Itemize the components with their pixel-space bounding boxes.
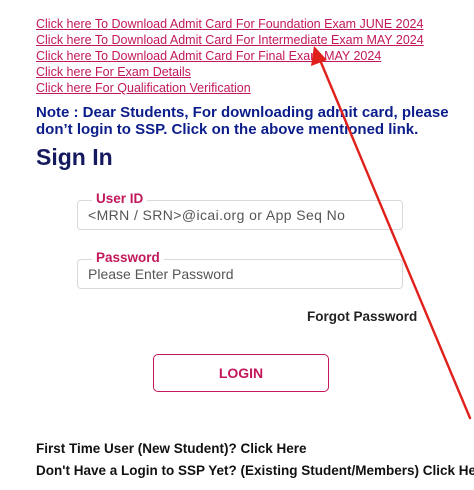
user-id-input[interactable] xyxy=(88,201,388,229)
forgot-password-link[interactable]: Forgot Password xyxy=(307,309,417,324)
user-id-field: User ID xyxy=(77,191,403,230)
admit-card-links: Click here To Download Admit Card For Fo… xyxy=(36,16,436,96)
sign-in-title: Sign In xyxy=(36,144,113,170)
existing-user-signup-link[interactable]: Don't Have a Login to SSP Yet? (Existing… xyxy=(36,463,474,478)
link-intermediate-admit-card[interactable]: Click here To Download Admit Card For In… xyxy=(36,32,436,48)
link-exam-details[interactable]: Click here For Exam Details xyxy=(36,64,436,80)
link-foundation-admit-card[interactable]: Click here To Download Admit Card For Fo… xyxy=(36,16,436,32)
login-button[interactable]: LOGIN xyxy=(153,354,329,392)
password-field: Password xyxy=(77,250,403,289)
link-final-admit-card[interactable]: Click here To Download Admit Card For Fi… xyxy=(36,48,436,64)
link-qualification-verification[interactable]: Click here For Qualification Verificatio… xyxy=(36,80,436,96)
password-input[interactable] xyxy=(88,260,388,288)
admit-card-note: Note : Dear Students, For downloading ad… xyxy=(36,104,449,138)
first-time-user-link[interactable]: First Time User (New Student)? Click Her… xyxy=(36,441,307,456)
